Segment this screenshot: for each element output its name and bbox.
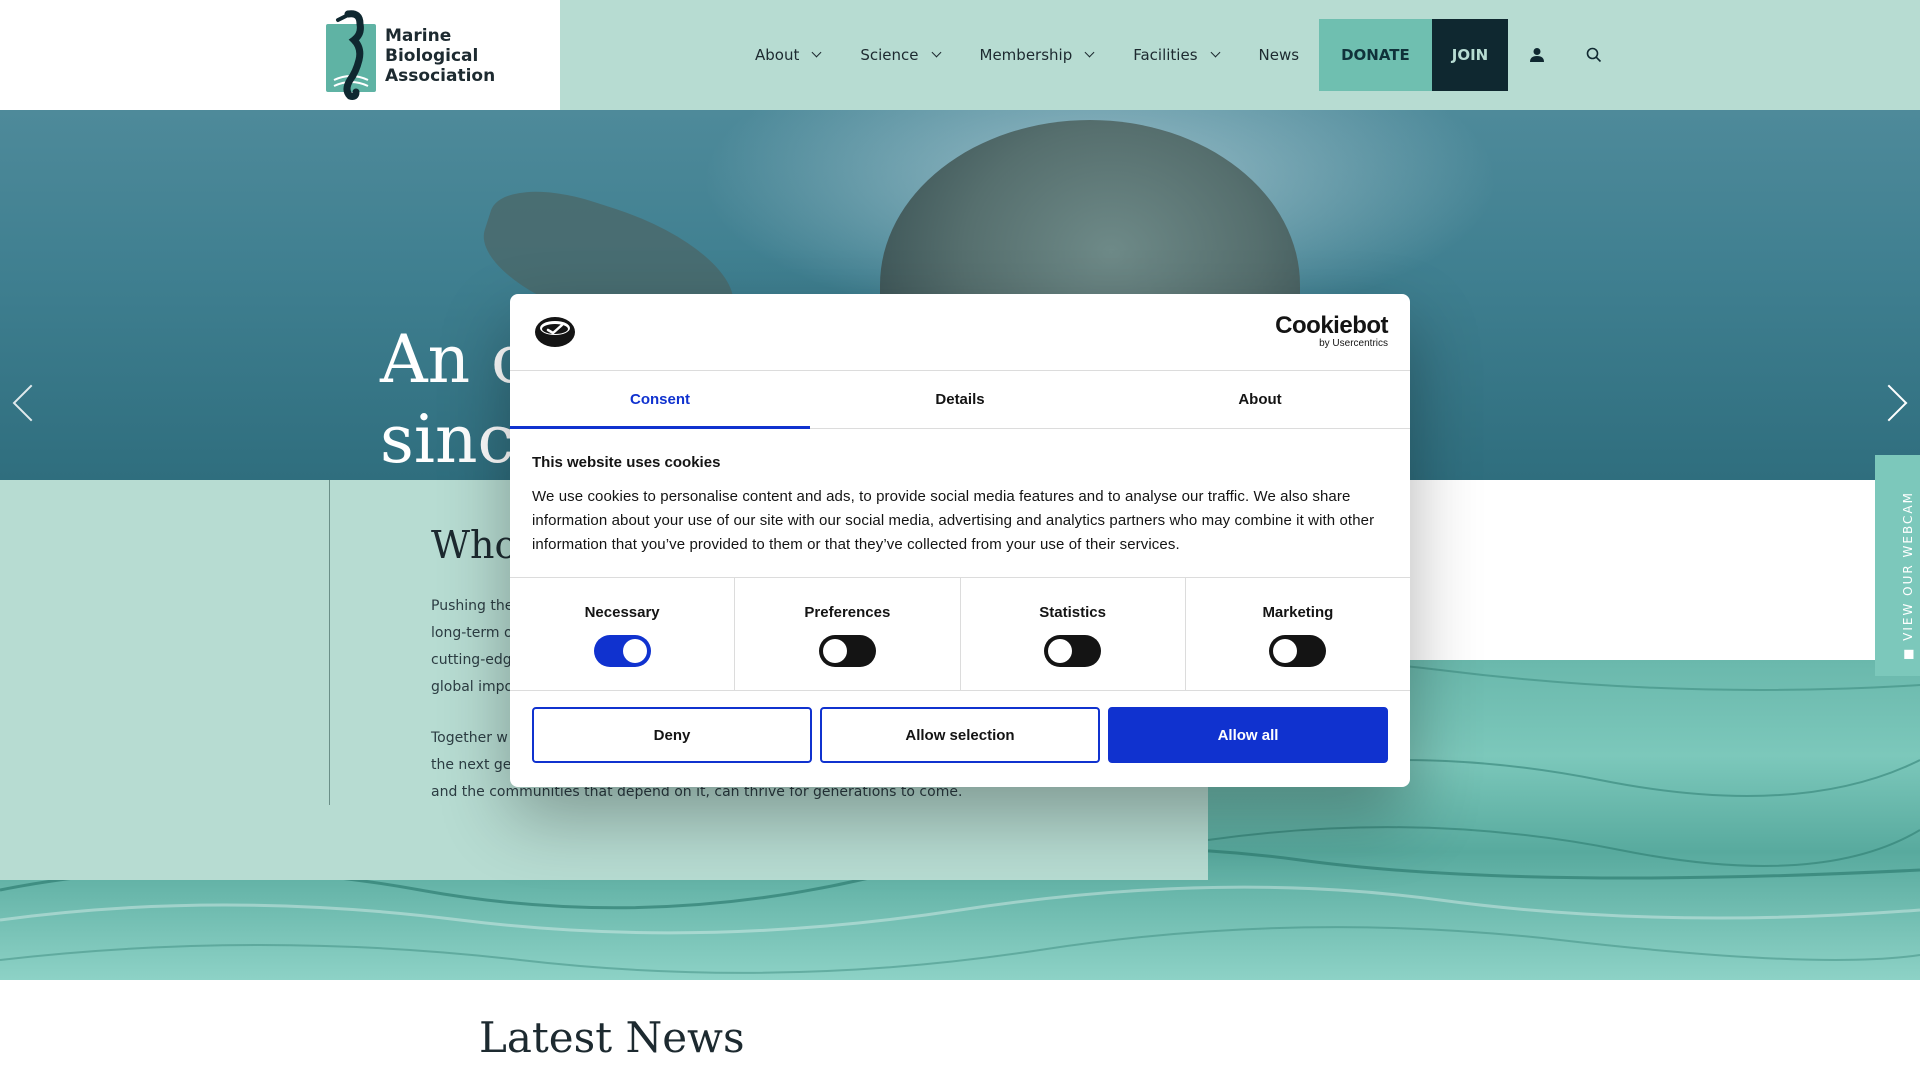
logo-line: Biological [385, 46, 479, 66]
nav-label: Membership [979, 46, 1073, 64]
dialog-body: This website uses cookies We use cookies… [532, 454, 1388, 557]
logo-text: Marine Biological Association [385, 26, 495, 86]
account-button[interactable] [1508, 19, 1565, 91]
category-label: Statistics [1039, 604, 1106, 621]
logo-line: Association [385, 66, 496, 86]
toggle-knob [822, 639, 847, 663]
seahorse-logo-icon [326, 10, 376, 100]
webcam-label-text: VIEW OUR WEBCAM [1901, 491, 1915, 641]
site-header: Marine Biological Association About Scie… [0, 0, 1920, 110]
tab-about[interactable]: About [1110, 371, 1410, 428]
chevron-down-icon [1084, 47, 1095, 58]
nav-item-membership[interactable]: Membership [960, 19, 1114, 91]
main-nav: About Science Membership Facilities News… [735, 19, 1622, 91]
cookie-icon [535, 317, 575, 347]
nav-item-news[interactable]: News [1239, 19, 1320, 91]
deny-button[interactable]: Deny [532, 707, 812, 763]
preferences-toggle[interactable] [818, 635, 876, 667]
chevron-down-icon [811, 47, 822, 58]
nav-item-about[interactable]: About [735, 19, 840, 91]
category-statistics: Statistics [961, 578, 1186, 690]
nav-item-facilities[interactable]: Facilities [1113, 19, 1238, 91]
category-preferences: Preferences [735, 578, 961, 690]
necessary-toggle[interactable] [593, 635, 651, 667]
allow-selection-button[interactable]: Allow selection [820, 707, 1100, 763]
allow-all-button[interactable]: Allow all [1108, 707, 1388, 763]
dialog-heading: This website uses cookies [532, 454, 721, 471]
user-icon [1529, 48, 1544, 62]
join-button[interactable]: JOIN [1431, 19, 1509, 91]
nav-label: News [1258, 46, 1300, 64]
cookie-categories: Necessary Preferences Statistics Marketi… [510, 577, 1410, 691]
dialog-text: We use cookies to personalise content an… [532, 488, 1375, 553]
nav-label: Science [860, 46, 919, 64]
search-button[interactable] [1565, 19, 1622, 91]
carousel-next-icon[interactable] [1870, 384, 1908, 422]
tab-details[interactable]: Details [810, 371, 1110, 428]
dialog-buttons: Deny Allow selection Allow all [532, 707, 1388, 763]
nav-label: Facilities [1133, 46, 1198, 64]
category-label: Marketing [1262, 604, 1334, 621]
category-marketing: Marketing [1186, 578, 1410, 690]
search-icon [1586, 47, 1601, 63]
cookiebot-sub: by Usercentrics [1319, 338, 1388, 349]
chevron-down-icon [931, 47, 941, 58]
carousel-prev-icon[interactable] [12, 384, 50, 422]
logo-area[interactable]: Marine Biological Association [0, 0, 560, 110]
latest-news-title: Latest News [479, 1013, 745, 1062]
dialog-header: Cookiebot by Usercentrics [510, 294, 1410, 371]
cookiebot-name: Cookiebot [1275, 312, 1388, 339]
toggle-knob [1048, 639, 1073, 663]
cookiebot-logo[interactable]: Cookiebot by Usercentrics [1275, 312, 1388, 350]
category-label: Necessary [584, 604, 660, 621]
nav-item-science[interactable]: Science [840, 19, 959, 91]
dialog-tabs: Consent Details About [510, 371, 1410, 429]
toggle-knob [622, 639, 647, 663]
donate-button[interactable]: DONATE [1319, 19, 1432, 91]
marketing-toggle[interactable] [1269, 635, 1327, 667]
camera-icon: ■ [1901, 640, 1915, 660]
who-we-are-title: Who [431, 523, 518, 567]
cookie-consent-dialog: Cookiebot by Usercentrics Consent Detail… [510, 294, 1410, 787]
nav-label: About [755, 46, 800, 64]
logo-line: Marine [385, 26, 452, 46]
latest-news-section [0, 980, 1920, 1080]
divider [329, 480, 330, 805]
statistics-toggle[interactable] [1044, 635, 1102, 667]
chevron-down-icon [1210, 47, 1220, 58]
category-necessary: Necessary [510, 578, 736, 690]
tab-consent[interactable]: Consent [510, 371, 810, 429]
category-label: Preferences [804, 604, 891, 621]
webcam-label: ■ VIEW OUR WEBCAM [1901, 491, 1915, 660]
toggle-knob [1273, 639, 1298, 663]
